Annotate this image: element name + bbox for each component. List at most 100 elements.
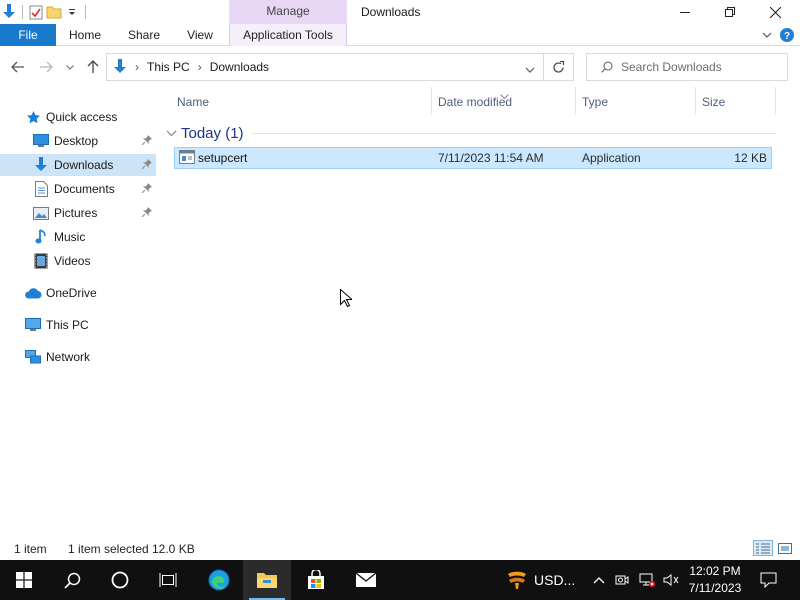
downloads-icon xyxy=(114,59,126,73)
tray-volume-icon[interactable] xyxy=(660,560,682,600)
file-date-modified: 7/11/2023 11:54 AM xyxy=(438,151,544,165)
recent-locations-button[interactable] xyxy=(62,57,78,77)
breadcrumb-separator-icon[interactable]: › xyxy=(135,60,139,74)
column-header-name[interactable]: Name xyxy=(171,87,432,115)
taskbar: USD... 12:02 PM 7/11/2023 xyxy=(0,560,800,600)
help-button[interactable]: ? xyxy=(778,24,796,46)
pin-icon[interactable] xyxy=(141,134,152,148)
star-icon xyxy=(24,108,42,126)
address-dropdown-button[interactable] xyxy=(525,62,535,76)
qat-separator xyxy=(85,5,86,19)
back-button[interactable] xyxy=(8,57,28,77)
window-title: Downloads xyxy=(361,5,421,19)
tray-currency-icon[interactable] xyxy=(503,560,531,600)
breadcrumb-downloads[interactable]: Downloads xyxy=(210,60,269,74)
customize-qat-icon[interactable] xyxy=(63,2,81,22)
file-type: Application xyxy=(582,151,641,165)
nav-label: Quick access xyxy=(46,110,118,124)
group-label: Today (1) xyxy=(181,124,244,142)
file-explorer-icon xyxy=(257,573,277,588)
nav-network[interactable]: Network xyxy=(0,346,156,368)
nav-item-music[interactable]: Music xyxy=(0,226,156,248)
maximize-button[interactable] xyxy=(707,0,753,24)
tab-share[interactable]: Share xyxy=(118,24,170,46)
details-view-icon xyxy=(756,543,770,553)
arrow-right-icon xyxy=(40,61,53,73)
show-hidden-icons-button[interactable] xyxy=(588,560,610,600)
application-icon xyxy=(179,150,195,166)
taskbar-edge-button[interactable] xyxy=(195,560,243,600)
tray-network-icon[interactable] xyxy=(636,560,658,600)
nav-label: Downloads xyxy=(54,158,114,172)
pin-icon[interactable] xyxy=(141,206,152,220)
group-header-today[interactable]: Today (1) xyxy=(166,123,244,143)
nav-this-pc[interactable]: This PC xyxy=(0,314,156,336)
status-selected-size: 12.0 KB xyxy=(152,542,195,556)
nav-onedrive[interactable]: OneDrive xyxy=(0,282,156,304)
search-button[interactable] xyxy=(48,560,96,600)
downloads-icon xyxy=(32,156,50,174)
videos-icon xyxy=(32,252,50,270)
taskbar-clock[interactable]: 12:02 PM 7/11/2023 xyxy=(684,563,746,597)
nav-quick-access[interactable]: Quick access xyxy=(0,106,156,128)
nav-item-downloads[interactable]: Downloads xyxy=(0,154,156,176)
search-input[interactable] xyxy=(621,60,771,74)
breadcrumb-separator-icon[interactable]: › xyxy=(198,60,202,74)
arrow-left-icon xyxy=(11,61,24,73)
new-folder-icon[interactable] xyxy=(45,2,63,22)
table-row[interactable]: setupcert 7/11/2023 11:54 AM Application… xyxy=(174,147,772,169)
manage-contextual-tab[interactable]: Manage xyxy=(229,0,347,24)
nav-item-documents[interactable]: Documents xyxy=(0,178,156,200)
column-header-date-modified[interactable]: Date modified xyxy=(432,87,576,115)
address-bar[interactable]: › This PC › Downloads xyxy=(106,53,544,81)
column-header-size[interactable]: Size xyxy=(696,87,776,115)
breadcrumb-this-pc[interactable]: This PC xyxy=(147,60,190,74)
chevron-down-icon xyxy=(166,130,177,136)
nav-label: This PC xyxy=(46,318,89,332)
search-box[interactable] xyxy=(586,53,788,81)
taskbar-mail-button[interactable] xyxy=(342,560,390,600)
nav-label: Documents xyxy=(54,182,115,196)
cortana-button[interactable] xyxy=(96,560,144,600)
music-icon xyxy=(32,228,50,246)
store-icon xyxy=(308,570,324,589)
edge-icon xyxy=(208,569,230,591)
minimize-button[interactable] xyxy=(662,0,708,24)
pin-icon[interactable] xyxy=(141,158,152,172)
refresh-button[interactable] xyxy=(544,53,574,81)
cortana-icon xyxy=(111,571,129,589)
close-button[interactable] xyxy=(752,0,798,24)
search-icon xyxy=(63,572,80,589)
forward-button[interactable] xyxy=(36,57,56,77)
minimize-icon xyxy=(680,12,690,13)
large-icons-view-icon xyxy=(778,542,792,554)
computer-icon xyxy=(24,316,42,334)
taskbar-file-explorer-button[interactable] xyxy=(243,560,291,600)
restore-icon xyxy=(725,7,735,17)
nav-item-desktop[interactable]: Desktop xyxy=(0,130,156,152)
group-divider xyxy=(252,133,776,134)
nav-label: OneDrive xyxy=(46,286,97,300)
tray-currency-label[interactable]: USD... xyxy=(534,560,580,600)
nav-item-pictures[interactable]: Pictures xyxy=(0,202,156,224)
arrow-up-icon xyxy=(87,60,99,73)
taskbar-store-button[interactable] xyxy=(292,560,340,600)
nav-item-videos[interactable]: Videos xyxy=(0,250,156,272)
up-button[interactable] xyxy=(83,57,103,77)
column-header-type[interactable]: Type xyxy=(576,87,696,115)
tab-view[interactable]: View xyxy=(176,24,224,46)
status-item-count: 1 item xyxy=(14,542,47,556)
downloads-icon xyxy=(0,2,18,22)
expand-ribbon-button[interactable] xyxy=(758,24,776,46)
action-center-button[interactable] xyxy=(754,560,782,600)
tab-home[interactable]: Home xyxy=(60,24,110,46)
start-button[interactable] xyxy=(0,560,48,600)
tab-application-tools[interactable]: Application Tools xyxy=(229,24,347,46)
pin-icon[interactable] xyxy=(141,182,152,196)
details-view-button[interactable] xyxy=(753,540,773,556)
tab-file[interactable]: File xyxy=(0,24,56,46)
tray-camera-icon[interactable] xyxy=(612,560,632,600)
properties-icon[interactable] xyxy=(27,2,45,22)
task-view-button[interactable] xyxy=(144,560,192,600)
large-icons-view-button[interactable] xyxy=(775,540,795,556)
